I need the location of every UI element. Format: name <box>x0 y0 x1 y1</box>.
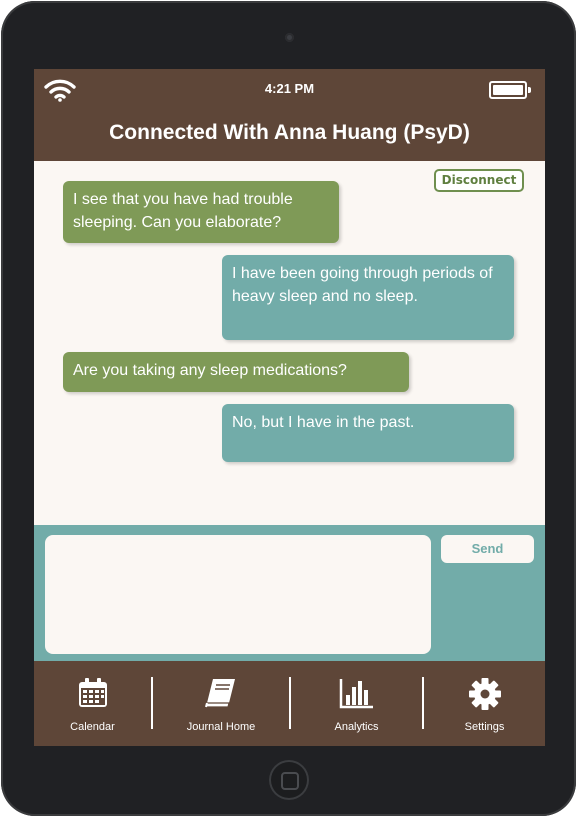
user-message: No, but I have in the past. <box>222 404 514 462</box>
bar-chart-icon <box>339 679 373 709</box>
chat-thread: Disconnect I see that you have had troub… <box>34 161 545 525</box>
tab-settings[interactable]: Settings <box>424 661 545 746</box>
tab-label: Calendar <box>70 721 115 733</box>
tab-calendar[interactable]: Calendar <box>34 661 151 746</box>
therapist-message: Are you taking any sleep medications? <box>63 352 409 392</box>
user-message: I have been going through periods of hea… <box>222 255 514 340</box>
gear-icon <box>468 678 501 710</box>
status-time: 4:21 PM <box>264 81 315 96</box>
message-input[interactable] <box>45 535 431 654</box>
home-button[interactable] <box>269 760 309 800</box>
tab-label: Analytics <box>334 721 379 733</box>
header: Connected With Anna Huang (PsyD) <box>34 111 545 161</box>
tablet-device: 4:21 PM Connected With Anna Huang (PsyD)… <box>1 1 576 816</box>
tab-analytics[interactable]: Analytics <box>291 661 422 746</box>
tab-label: Journal Home <box>186 721 256 733</box>
disconnect-button[interactable]: Disconnect <box>434 169 524 192</box>
tab-bar: Calendar Journal Home Analytics Settings <box>34 661 545 746</box>
front-camera <box>285 33 294 42</box>
tab-journal-home[interactable]: Journal Home <box>153 661 289 746</box>
status-bar: 4:21 PM <box>34 69 545 111</box>
therapist-message: I see that you have had trouble sleeping… <box>63 181 339 243</box>
message-composer: Send <box>34 525 545 661</box>
page-title: Connected With Anna Huang (PsyD) <box>109 121 470 144</box>
tab-label: Settings <box>464 721 505 733</box>
battery-full-icon <box>489 81 531 99</box>
journal-icon <box>205 679 235 708</box>
app-screen: 4:21 PM Connected With Anna Huang (PsyD)… <box>34 69 545 746</box>
calendar-icon <box>78 678 107 707</box>
send-button[interactable]: Send <box>441 535 534 563</box>
